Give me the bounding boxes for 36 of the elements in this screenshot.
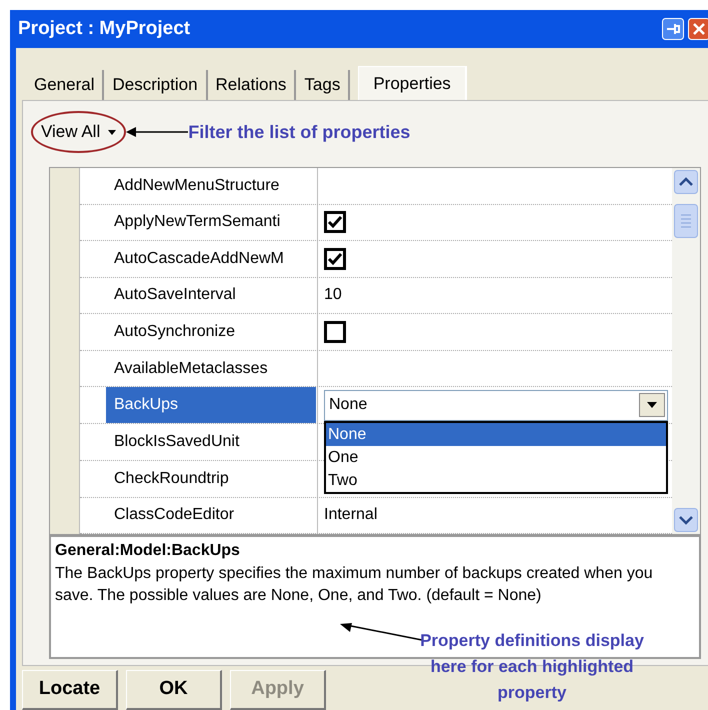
scroll-up-icon	[674, 170, 698, 194]
property-name[interactable]: AutoSynchronize	[114, 320, 235, 344]
property-value: Internal	[324, 505, 378, 526]
callout-text: Filter the list of properties	[188, 120, 410, 144]
description-text: The BackUps property specifies the maximum number of backups created when you save. The possible values are None, One, and Two. (default = None)	[55, 564, 654, 606]
property-name[interactable]: BackUps	[106, 387, 316, 424]
dialog-button[interactable]: Locate	[22, 670, 118, 710]
property-name[interactable]: ClassCodeEditor	[114, 503, 234, 528]
scroll-thumb	[674, 204, 698, 238]
checked-checkbox[interactable]	[324, 211, 346, 234]
close-icon[interactable]	[688, 18, 708, 40]
callout-text: Property definitions display here for each highlighted property	[419, 630, 645, 704]
property-name[interactable]: ApplyNewTermSemanti	[114, 210, 280, 234]
property-name[interactable]: CheckRoundtrip	[114, 466, 229, 491]
caret-icon	[108, 130, 116, 134]
scrollbar[interactable]	[672, 168, 700, 534]
tab[interactable]: Properties	[358, 66, 467, 100]
dropdown-option[interactable]: One	[326, 446, 666, 469]
dropdown-option[interactable]: Two	[326, 468, 666, 492]
property-name[interactable]: AutoCascadeAddNewM	[114, 246, 284, 271]
dropdown-option[interactable]: None	[326, 422, 666, 446]
checkbox[interactable]	[324, 321, 346, 344]
filter-dropdown[interactable]: View All	[41, 119, 116, 145]
property-name[interactable]: AvailableMetaclasses	[114, 356, 268, 381]
property-name[interactable]: AddNewMenuStructure	[114, 174, 280, 198]
scroll-down-icon	[674, 508, 698, 532]
checked-checkbox[interactable]	[324, 248, 346, 270]
pin-icon[interactable]	[662, 18, 684, 40]
pointer-arrow	[126, 126, 188, 138]
dialog-button[interactable]: OK	[126, 670, 222, 710]
property-name[interactable]: AutoSaveInterval	[114, 283, 236, 308]
property-value: 10	[324, 285, 342, 306]
property-name[interactable]: BlockIsSavedUnit	[114, 430, 240, 454]
window-title: Project : MyProject	[18, 16, 190, 41]
description-title: General:Model:BackUps	[55, 541, 241, 561]
value-dropdown[interactable]: None	[324, 390, 668, 421]
